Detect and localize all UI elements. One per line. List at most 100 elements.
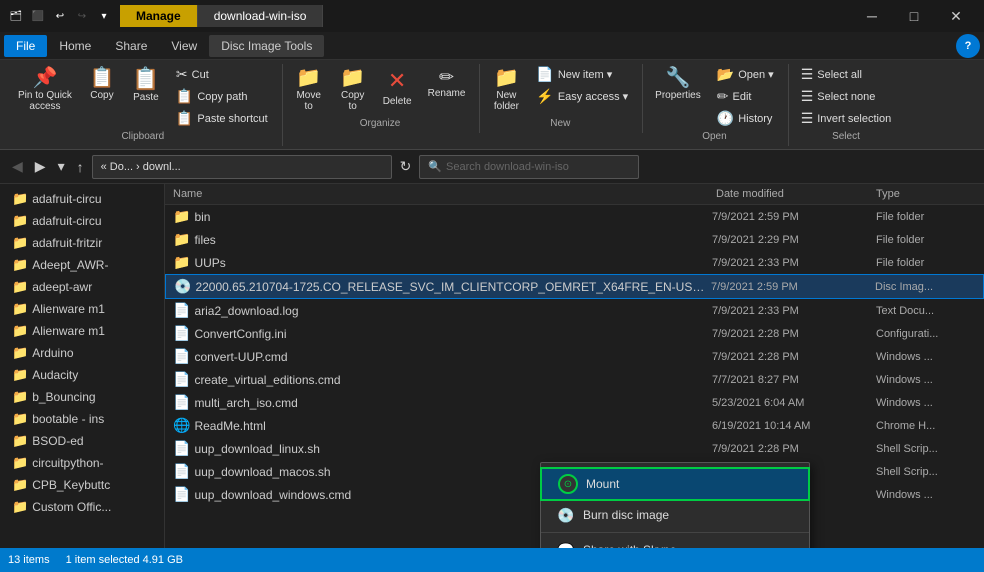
- move-to-button[interactable]: 📁 Move to: [289, 64, 329, 116]
- file-row-files[interactable]: 📁 files 7/9/2021 2:29 PM File folder: [165, 228, 984, 251]
- sidebar-item-alienware1[interactable]: 📁 Alienware m1: [0, 298, 164, 320]
- tab-download[interactable]: download-win-iso: [198, 5, 324, 27]
- file-type: Chrome H...: [876, 420, 976, 432]
- easy-access-icon: ⚡: [536, 88, 553, 105]
- up-button[interactable]: ↑: [73, 157, 88, 177]
- file-date: 7/9/2021 2:28 PM: [712, 351, 872, 363]
- recent-locations-button[interactable]: ▾: [54, 156, 69, 177]
- forward-button[interactable]: ▶: [31, 156, 50, 177]
- select-all-button[interactable]: ☰ Select all: [795, 64, 898, 85]
- burn-icon: 💿: [557, 506, 575, 524]
- sidebar-item-bouncing[interactable]: 📁 b_Bouncing: [0, 386, 164, 408]
- menu-home[interactable]: Home: [47, 35, 103, 57]
- file-row-readme[interactable]: 🌐 ReadMe.html 6/19/2021 10:14 AM Chrome …: [165, 414, 984, 437]
- sidebar-item-bsod[interactable]: 📁 BSOD-ed: [0, 430, 164, 452]
- context-menu-burn[interactable]: 💿 Burn disc image: [541, 501, 809, 529]
- menu-view[interactable]: View: [159, 35, 209, 57]
- back-button[interactable]: ◀: [8, 156, 27, 177]
- col-header-name[interactable]: Name: [173, 188, 716, 200]
- sidebar-item-adafruit-fritz[interactable]: 📁 adafruit-fritzir: [0, 232, 164, 254]
- new-item-button[interactable]: 📄 New item ▾: [530, 64, 634, 85]
- search-box[interactable]: 🔍 Search download-win-iso: [419, 155, 639, 179]
- folder-icon: 📁: [12, 213, 28, 229]
- history-button[interactable]: 🕐 History: [711, 108, 780, 129]
- refresh-button[interactable]: ↻: [396, 156, 416, 177]
- easy-access-button[interactable]: ⚡ Easy access ▾: [530, 86, 634, 107]
- file-row-create-virtual[interactable]: 📄 create_virtual_editions.cmd 7/7/2021 8…: [165, 368, 984, 391]
- menu-file[interactable]: File: [4, 35, 47, 57]
- address-path[interactable]: « Do... › downl...: [92, 155, 392, 179]
- col-header-type[interactable]: Type: [876, 188, 976, 200]
- redo-icon: ↪: [74, 8, 90, 24]
- sidebar-item-adeept-awr1[interactable]: 📁 Adeept_AWR-: [0, 254, 164, 276]
- folder-icon: 📁: [12, 235, 28, 251]
- file-row-multi-arch[interactable]: 📄 multi_arch_iso.cmd 5/23/2021 6:04 AM W…: [165, 391, 984, 414]
- window-controls: ─ □ ✕: [852, 2, 976, 30]
- file-icon: 📄: [173, 394, 190, 411]
- sidebar-item-adeept-awr2[interactable]: 📁 adeept-awr: [0, 276, 164, 298]
- new-folder-button[interactable]: 📁 New folder: [486, 64, 526, 116]
- sidebar-item-audacity[interactable]: 📁 Audacity: [0, 364, 164, 386]
- select-none-icon: ☰: [801, 88, 814, 105]
- file-icon: 📄: [173, 371, 190, 388]
- rename-button[interactable]: ✏ Rename: [422, 64, 472, 103]
- edit-button[interactable]: ✏ Edit: [711, 86, 780, 107]
- delete-button[interactable]: ✕ Delete: [377, 64, 418, 111]
- properties-button[interactable]: 🔧 Properties: [649, 64, 707, 105]
- sidebar-item-circuitpython[interactable]: 📁 circuitpython-: [0, 452, 164, 474]
- file-date: 7/9/2021 2:59 PM: [711, 281, 871, 293]
- folder-icon: 📁: [12, 367, 28, 383]
- open-button[interactable]: 📂 Open ▾: [711, 64, 780, 85]
- context-menu-mount[interactable]: ⊙ Mount: [540, 467, 810, 501]
- file-row-uup-linux[interactable]: 📄 uup_download_linux.sh 7/9/2021 2:28 PM…: [165, 437, 984, 460]
- file-row-bin[interactable]: 📁 bin 7/9/2021 2:59 PM File folder: [165, 205, 984, 228]
- file-type: Windows ...: [876, 374, 976, 386]
- close-button[interactable]: ✕: [936, 2, 976, 30]
- open-buttons: 🔧 Properties 📂 Open ▾ ✏ Edit 🕐 History: [649, 64, 780, 129]
- col-header-date[interactable]: Date modified: [716, 188, 876, 200]
- file-icon: 📄: [173, 302, 190, 319]
- file-row-convert-uup[interactable]: 📄 convert-UUP.cmd 7/9/2021 2:28 PM Windo…: [165, 345, 984, 368]
- sidebar-item-cpb[interactable]: 📁 CPB_Keybuttc: [0, 474, 164, 496]
- status-bar: 13 items 1 item selected 4.91 GB: [0, 548, 984, 572]
- sidebar-item-adafruit1[interactable]: 📁 adafruit-circu: [0, 188, 164, 210]
- menu-share[interactable]: Share: [103, 35, 159, 57]
- tab-manage[interactable]: Manage: [120, 5, 198, 27]
- folder-icon: 📁: [12, 455, 28, 471]
- paste-shortcut-button[interactable]: 📋 Paste shortcut: [170, 108, 274, 129]
- folder-icon: 📁: [12, 345, 28, 361]
- file-date: 7/9/2021 2:28 PM: [712, 328, 872, 340]
- paste-button[interactable]: 📋 Paste: [126, 64, 166, 107]
- invert-selection-button[interactable]: ☰ Invert selection: [795, 108, 898, 129]
- file-name: ReadMe.html: [194, 419, 708, 433]
- cut-button[interactable]: ✂ Cut: [170, 64, 274, 85]
- new-small-group: 📄 New item ▾ ⚡ Easy access ▾: [530, 64, 634, 107]
- properties-icon: 🔧: [666, 68, 691, 88]
- folder-icon: 📁: [12, 191, 28, 207]
- select-none-button[interactable]: ☰ Select none: [795, 86, 898, 107]
- file-row-convertconfig[interactable]: 📄 ConvertConfig.ini 7/9/2021 2:28 PM Con…: [165, 322, 984, 345]
- file-row-iso[interactable]: 💿 22000.65.210704-1725.CO_RELEASE_SVC_IM…: [165, 274, 984, 299]
- copy-to-button[interactable]: 📁 Copy to: [333, 64, 373, 116]
- dropdown-icon[interactable]: ▾: [96, 8, 112, 24]
- file-row-uups[interactable]: 📁 UUPs 7/9/2021 2:33 PM File folder: [165, 251, 984, 274]
- minimize-button[interactable]: ─: [852, 2, 892, 30]
- sidebar-item-bootable[interactable]: 📁 bootable - ins: [0, 408, 164, 430]
- context-menu-skype[interactable]: 💬 Share with Skype: [541, 536, 809, 548]
- file-row-aria2[interactable]: 📄 aria2_download.log 7/9/2021 2:33 PM Te…: [165, 299, 984, 322]
- search-icon: 🔍: [428, 160, 442, 173]
- pin-to-quick-access-button[interactable]: 📌 Pin to Quick access: [12, 64, 78, 116]
- copy-path-button[interactable]: 📋 Copy path: [170, 86, 274, 107]
- sidebar-item-adafruit2[interactable]: 📁 adafruit-circu: [0, 210, 164, 232]
- help-button[interactable]: ?: [956, 34, 980, 58]
- sidebar-item-custom-office[interactable]: 📁 Custom Offic...: [0, 496, 164, 518]
- file-date: 7/9/2021 2:28 PM: [712, 443, 872, 455]
- sidebar-item-alienware2[interactable]: 📁 Alienware m1: [0, 320, 164, 342]
- folder-icon: 📁: [12, 301, 28, 317]
- organize-buttons: 📁 Move to 📁 Copy to ✕ Delete ✏ Rename: [289, 64, 472, 116]
- maximize-button[interactable]: □: [894, 2, 934, 30]
- file-name: ConvertConfig.ini: [194, 327, 708, 341]
- menu-disc-image-tools[interactable]: Disc Image Tools: [209, 35, 324, 57]
- sidebar-item-arduino[interactable]: 📁 Arduino: [0, 342, 164, 364]
- copy-button[interactable]: 📋 Copy: [82, 64, 122, 105]
